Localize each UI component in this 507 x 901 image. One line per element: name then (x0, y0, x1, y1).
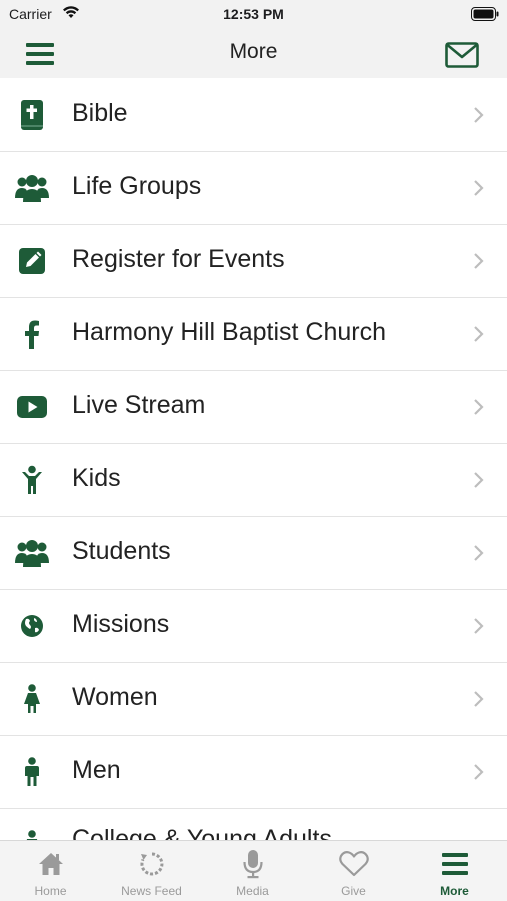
status-bar: Carrier 12:53 PM (0, 0, 507, 30)
chevron-right-icon (473, 398, 485, 416)
group-icon (14, 171, 50, 205)
list-item-label: Missions (72, 610, 170, 638)
tab-label: More (440, 884, 469, 898)
list-item-bible[interactable]: Bible (0, 79, 507, 152)
chevron-right-icon (473, 690, 485, 708)
list-item-label: Live Stream (72, 391, 206, 419)
female-icon (14, 682, 50, 716)
microphone-icon (202, 849, 303, 879)
tab-news-feed[interactable]: News Feed (101, 841, 202, 901)
more-menu-list: Bible Life Groups Register for Events Ha… (0, 79, 507, 882)
tab-home[interactable]: Home (0, 841, 101, 901)
list-item-kids[interactable]: Kids (0, 444, 507, 517)
bible-icon (14, 98, 50, 132)
group-icon (14, 536, 50, 570)
status-time: 12:53 PM (223, 6, 284, 22)
chevron-right-icon (473, 763, 485, 781)
list-item-live-stream[interactable]: Live Stream (0, 371, 507, 444)
tab-bar: Home News Feed Media Give More (0, 840, 507, 901)
chevron-right-icon (473, 106, 485, 124)
tab-label: Home (34, 884, 67, 898)
list-item-students[interactable]: Students (0, 517, 507, 590)
child-icon (14, 463, 50, 497)
list-item-label: Life Groups (72, 172, 202, 200)
edit-icon (14, 244, 50, 278)
tab-give[interactable]: Give (303, 841, 404, 901)
tab-label: Media (236, 884, 269, 898)
list-item-label: Students (72, 537, 171, 565)
list-item-women[interactable]: Women (0, 663, 507, 736)
chevron-right-icon (473, 325, 485, 343)
list-item-label: Kids (72, 464, 121, 492)
menu-icon (404, 849, 505, 879)
chevron-right-icon (473, 617, 485, 635)
chevron-right-icon (473, 252, 485, 270)
list-item-harmony-hill-baptist-church[interactable]: Harmony Hill Baptist Church (0, 298, 507, 371)
list-item-label: Men (72, 756, 121, 784)
list-item-label: Bible (72, 99, 128, 127)
tab-more[interactable]: More (404, 841, 505, 901)
tab-label: Give (341, 884, 366, 898)
home-icon (0, 849, 101, 879)
tab-media[interactable]: Media (202, 841, 303, 901)
mail-button[interactable] (445, 42, 479, 68)
mail-icon (445, 42, 479, 68)
battery-icon (471, 7, 499, 26)
male-icon (14, 755, 50, 789)
heart-icon (303, 849, 404, 879)
chevron-right-icon (473, 471, 485, 489)
list-item-life-groups[interactable]: Life Groups (0, 152, 507, 225)
list-item-label: Women (72, 683, 158, 711)
list-item-label: Harmony Hill Baptist Church (72, 318, 386, 346)
list-item-missions[interactable]: Missions (0, 590, 507, 663)
list-item-men[interactable]: Men (0, 736, 507, 809)
tab-label: News Feed (121, 884, 182, 898)
youtube-icon (14, 390, 50, 424)
globe-icon (14, 609, 50, 643)
list-item-register-for-events[interactable]: Register for Events (0, 225, 507, 298)
navigation-bar: More (0, 30, 507, 78)
list-item-label: Register for Events (72, 245, 285, 273)
page-title: More (229, 40, 278, 63)
facebook-icon (14, 317, 50, 351)
chevron-right-icon (473, 544, 485, 562)
refresh-icon (101, 849, 202, 879)
chevron-right-icon (473, 179, 485, 197)
